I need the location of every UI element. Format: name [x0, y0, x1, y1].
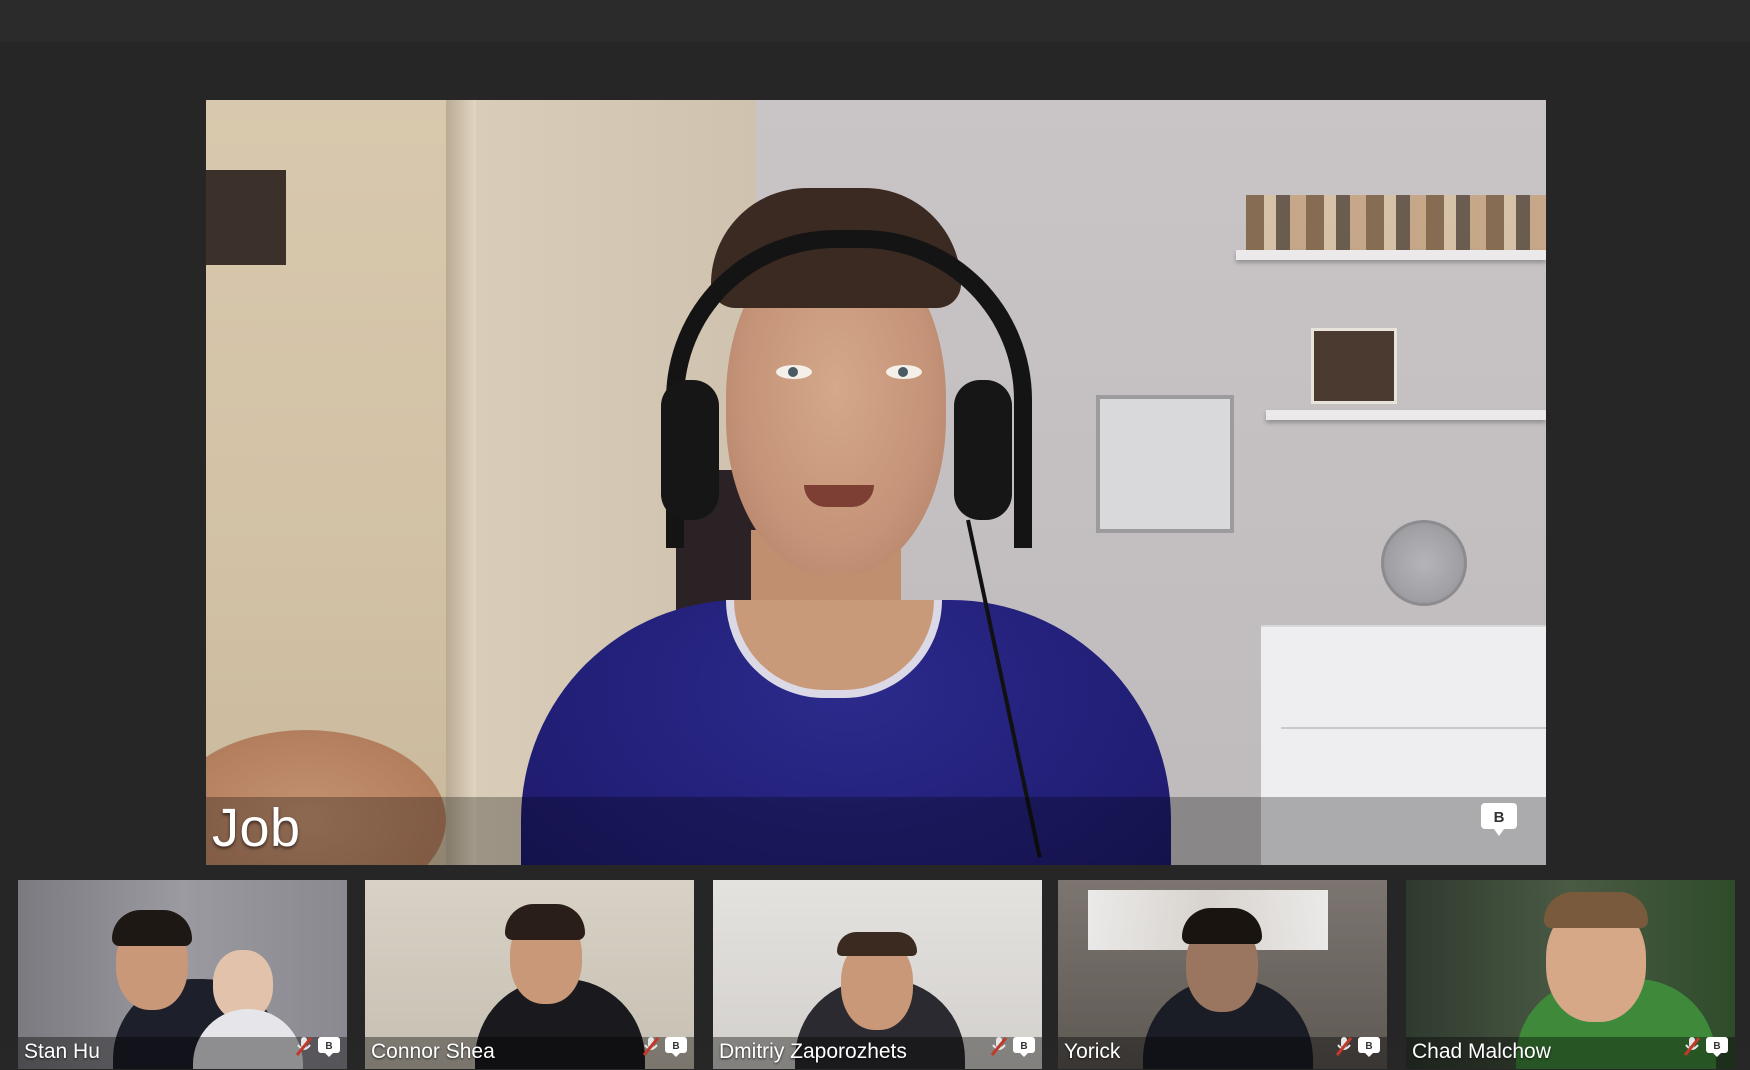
- chat-bubble-icon[interactable]: B: [1480, 802, 1518, 843]
- window-top-bar: [0, 0, 1750, 43]
- chat-bubble-icon[interactable]: B: [664, 1036, 688, 1063]
- svg-text:B: B: [672, 1041, 679, 1052]
- participant-thumbnail-strip: Stan Hu B Connor Shea B Dmitriy Zaporozh…: [0, 880, 1750, 1070]
- video-call-stage: Job B Stan Hu B Connor Shea B Dmitriy Za…: [0, 42, 1750, 1069]
- svg-text:B: B: [1365, 1041, 1372, 1052]
- participant-tile[interactable]: Yorick B: [1058, 880, 1387, 1069]
- svg-text:B: B: [1713, 1041, 1720, 1052]
- svg-text:B: B: [1020, 1041, 1027, 1052]
- video-background-window: [206, 170, 286, 265]
- participant-name: Chad Malchow: [1412, 1040, 1551, 1063]
- main-speaker-nameplate: [206, 797, 1546, 865]
- main-speaker-name: Job: [212, 798, 301, 858]
- mic-muted-icon[interactable]: [990, 1035, 1008, 1062]
- video-background-photo: [1311, 328, 1397, 404]
- headphone-earcup: [661, 380, 719, 520]
- video-background-door-frame: [446, 100, 476, 865]
- participant-name: Yorick: [1064, 1040, 1121, 1063]
- participant-hair: [837, 932, 917, 956]
- participant-name: Connor Shea: [371, 1040, 495, 1063]
- participant-hair: [1182, 908, 1262, 944]
- chat-bubble-icon[interactable]: B: [1357, 1036, 1381, 1063]
- video-background-whiteboard: [1096, 395, 1234, 533]
- video-background-globe: [1381, 520, 1467, 606]
- mic-muted-icon[interactable]: [642, 1035, 660, 1062]
- main-speaker-video[interactable]: Job B: [206, 100, 1546, 865]
- video-background-shelf: [1236, 250, 1546, 260]
- participant-tile[interactable]: Stan Hu B: [18, 880, 347, 1069]
- participant-hair: [505, 904, 585, 940]
- mic-muted-icon[interactable]: [1683, 1035, 1701, 1062]
- participant-name: Stan Hu: [24, 1040, 100, 1063]
- svg-text:B: B: [1494, 809, 1505, 826]
- mic-muted-icon[interactable]: [1335, 1035, 1353, 1062]
- participant-name: Dmitriy Zaporozhets: [719, 1040, 907, 1063]
- chat-bubble-icon[interactable]: B: [1705, 1036, 1729, 1063]
- chat-bubble-icon[interactable]: B: [1012, 1036, 1036, 1063]
- svg-text:B: B: [325, 1041, 332, 1052]
- chat-bubble-icon[interactable]: B: [317, 1036, 341, 1063]
- mic-muted-icon[interactable]: [295, 1035, 313, 1062]
- video-background-shelf: [1266, 410, 1546, 420]
- video-background-shelf-items: [1246, 195, 1546, 250]
- participant-tile[interactable]: Dmitriy Zaporozhets B: [713, 880, 1042, 1069]
- participant-tile[interactable]: Connor Shea B: [365, 880, 694, 1069]
- participant-tile[interactable]: Chad Malchow B: [1406, 880, 1735, 1069]
- participant-hair: [112, 910, 192, 946]
- headphone-earcup: [954, 380, 1012, 520]
- participant-hair: [1544, 892, 1648, 928]
